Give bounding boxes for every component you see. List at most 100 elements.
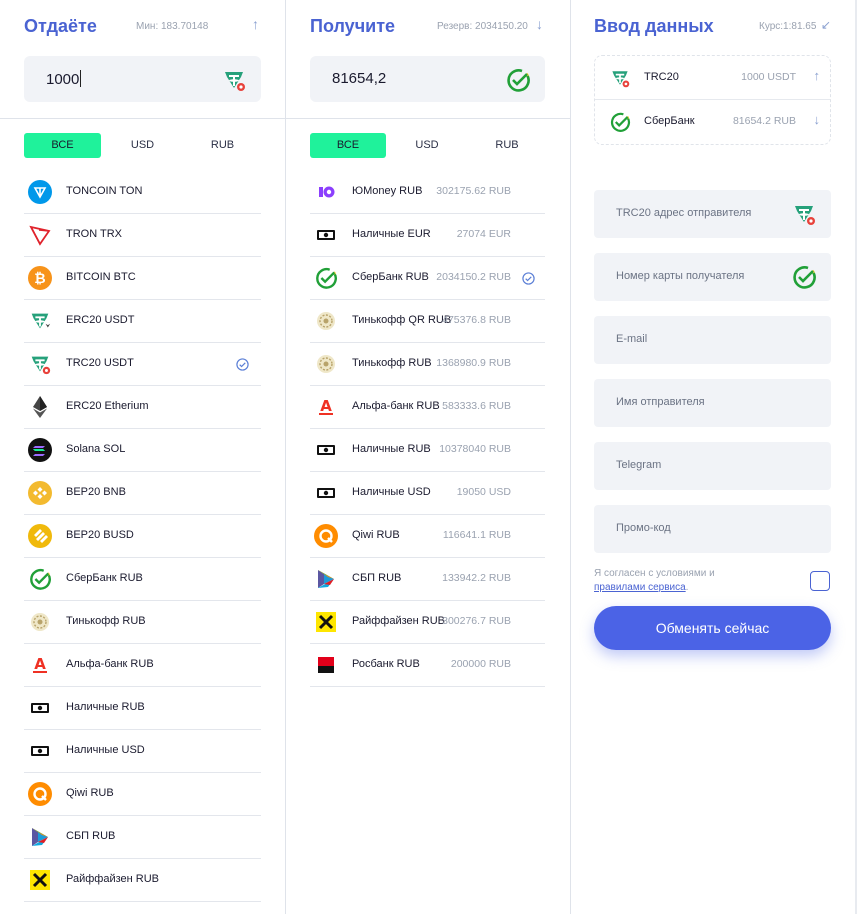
sender-name-placeholder: Имя отправителя: [616, 396, 705, 408]
receive-item[interactable]: Наличные RUB 10378040 RUB: [310, 429, 545, 472]
recipient-card-field[interactable]: Номер карты получателя: [594, 253, 831, 301]
terms-link[interactable]: правилами сервиса: [594, 582, 686, 593]
receive-item[interactable]: Наличные USD 19050 USD: [310, 472, 545, 515]
give-item[interactable]: СберБанк RUB: [24, 558, 261, 601]
give-item-name: Наличные USD: [66, 744, 145, 756]
receive-item[interactable]: Росбанк RUB 200000 RUB: [310, 644, 545, 687]
tether-trc20-icon: [609, 67, 631, 89]
receive-item-name: Тинькофф RUB: [352, 357, 432, 369]
receive-filter-rub[interactable]: RUB: [469, 133, 545, 158]
give-item[interactable]: Тинькофф RUB: [24, 601, 261, 644]
receive-item-reserve: 1368980.9 RUB: [436, 357, 511, 369]
promo-code-field[interactable]: Промо-код: [594, 505, 831, 553]
give-item[interactable]: ₿ BITCOIN BTC: [24, 257, 261, 300]
give-item-name: TRC20 USDT: [66, 357, 134, 369]
give-item[interactable]: BEP20 BNB: [24, 472, 261, 515]
receive-amount-field[interactable]: 81654,2: [310, 56, 545, 102]
give-item[interactable]: ERC20 Etherium: [24, 386, 261, 429]
tinkoff-icon: [28, 610, 52, 634]
receive-item[interactable]: Qiwi RUB 116641.1 RUB: [310, 515, 545, 558]
sender-address-field[interactable]: TRC20 адрес отправителя: [594, 190, 831, 238]
arrow-down-left-icon: ↙: [821, 18, 832, 32]
give-item-name: Solana SOL: [66, 443, 126, 455]
receive-item[interactable]: ЮMoney RUB 302175.62 RUB: [310, 171, 545, 214]
give-currency-list: TONCOIN TON TRON TRX ₿ BITCOIN BTC ERC20 USD…: [24, 171, 261, 902]
give-item[interactable]: СБП RUB: [24, 816, 261, 859]
give-item-name: СБП RUB: [66, 830, 116, 842]
receive-item-reserve: 302175.62 RUB: [436, 185, 511, 197]
receive-item-reserve: 133942.2 RUB: [442, 572, 511, 584]
summary-receive-amount: 81654.2 RUB: [732, 115, 796, 127]
bitcoin-icon: ₿: [28, 266, 52, 290]
text-caret: [80, 70, 82, 87]
receive-item-name: ЮMoney RUB: [352, 185, 423, 197]
telegram-field[interactable]: Telegram: [594, 442, 831, 490]
ethereum-icon: [28, 395, 52, 419]
receive-filter-all[interactable]: ВСЕ: [310, 133, 386, 158]
give-item[interactable]: Райффайзен RUB: [24, 859, 261, 902]
arrow-down-icon: ↓: [536, 16, 543, 32]
exchange-now-button[interactable]: Обменять сейчас: [594, 606, 831, 650]
receive-item-reserve: 300276.7 RUB: [442, 615, 511, 627]
cash-icon: [314, 481, 338, 505]
receive-item[interactable]: Тинькофф RUB 1368980.9 RUB: [310, 343, 545, 386]
give-item[interactable]: Qiwi RUB: [24, 773, 261, 816]
summary-receive-row: СберБанк 81654.2 RUB ↓: [595, 100, 830, 144]
agreement-checkbox[interactable]: [810, 571, 830, 591]
cash-icon: [314, 223, 338, 247]
give-filter-usd[interactable]: USD: [104, 133, 181, 158]
sbp-icon: [28, 825, 52, 849]
receive-item[interactable]: Тинькофф QR RUB 475376.8 RUB: [310, 300, 545, 343]
give-item[interactable]: TONCOIN TON: [24, 171, 261, 214]
receive-item[interactable]: СБП RUB 133942.2 RUB: [310, 558, 545, 601]
tether-trc20-icon: [221, 67, 247, 93]
arrow-up-icon: ↑: [813, 68, 821, 83]
alfabank-icon: A: [28, 653, 52, 677]
receive-item-name: СберБанк RUB: [352, 271, 429, 283]
give-item-name: BITCOIN BTC: [66, 271, 136, 283]
svg-text:₿: ₿: [34, 271, 45, 287]
tinkoff-icon: [314, 309, 338, 333]
promo-code-placeholder: Промо-код: [616, 522, 671, 534]
tether-trc20-icon: [28, 352, 52, 376]
busd-icon: [28, 524, 52, 548]
check-circle-icon: [236, 358, 249, 371]
receive-item-name: Qiwi RUB: [352, 529, 400, 541]
give-filter-rub[interactable]: RUB: [184, 133, 261, 158]
give-item[interactable]: BEP20 BUSD: [24, 515, 261, 558]
receive-item[interactable]: СберБанк RUB 2034150.2 RUB: [310, 257, 545, 300]
exchange-summary: TRC20 1000 USDT ↑ СберБанк 81654.2 RUB ↓: [594, 55, 831, 145]
qiwi-icon: [28, 782, 52, 806]
give-item-name: Наличные RUB: [66, 701, 145, 713]
receive-item[interactable]: Наличные EUR 27074 EUR: [310, 214, 545, 257]
give-item[interactable]: A Альфа-банк RUB: [24, 644, 261, 687]
give-item[interactable]: TRC20 USDT: [24, 343, 261, 386]
receive-item-reserve: 200000 RUB: [450, 658, 511, 670]
agreement-suffix: .: [685, 582, 689, 593]
give-filter-all[interactable]: ВСЕ: [24, 133, 101, 158]
give-amount-value: 1000: [46, 71, 80, 88]
data-entry-title: Ввод данных: [594, 16, 714, 36]
receive-item-name: Наличные EUR: [352, 228, 431, 240]
receive-filter-usd[interactable]: USD: [389, 133, 465, 158]
give-item[interactable]: TRON TRX: [24, 214, 261, 257]
give-item[interactable]: Наличные RUB: [24, 687, 261, 730]
cash-icon: [314, 438, 338, 462]
email-field[interactable]: E-mail: [594, 316, 831, 364]
column-divider: [570, 0, 571, 914]
summary-give-amount: 1000 USDT: [741, 71, 796, 83]
give-item[interactable]: ERC20 USDT: [24, 300, 261, 343]
give-item-name: BEP20 BUSD: [66, 529, 134, 541]
exchange-rate: Курс:1:81.65: [759, 21, 817, 32]
receive-item[interactable]: A Альфа-банк RUB 583333.6 RUB: [310, 386, 545, 429]
give-amount-field[interactable]: 1000: [24, 56, 261, 102]
summary-give-name: TRC20: [644, 71, 679, 83]
sender-name-field[interactable]: Имя отправителя: [594, 379, 831, 427]
receive-item[interactable]: Райффайзен RUB 300276.7 RUB: [310, 601, 545, 644]
receive-item-reserve: 583333.6 RUB: [442, 400, 511, 412]
sberbank-icon: [505, 67, 531, 93]
give-item[interactable]: Solana SOL: [24, 429, 261, 472]
receive-item-reserve: 475376.8 RUB: [442, 314, 511, 326]
give-item-name: BEP20 BNB: [66, 486, 126, 498]
give-item[interactable]: Наличные USD: [24, 730, 261, 773]
